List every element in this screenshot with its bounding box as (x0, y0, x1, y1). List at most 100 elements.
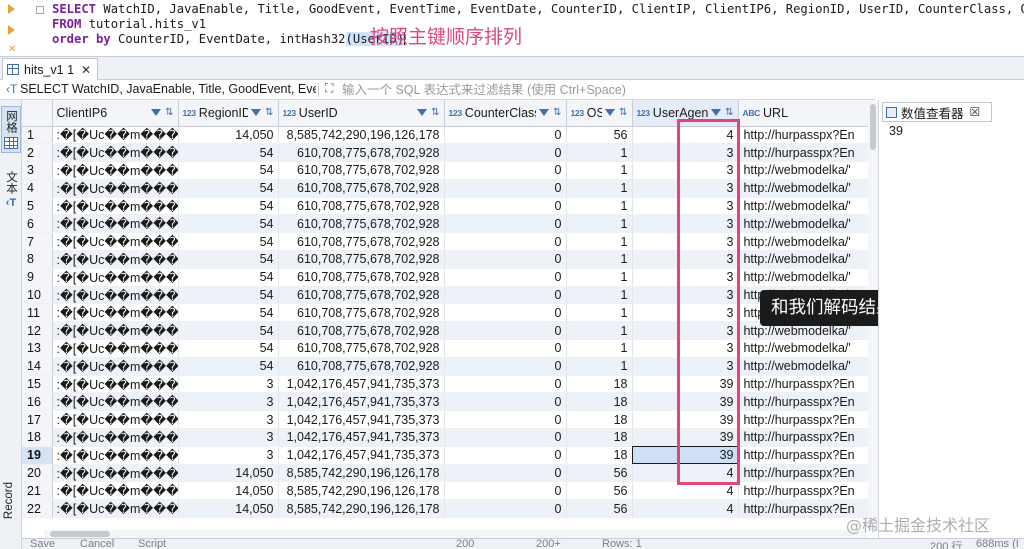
table-row[interactable]: 5:�[�Uc��m��� 54 610,708,775,678,702,928 0 1… (22, 197, 868, 216)
cell-os[interactable]: 1 (566, 232, 633, 252)
cell-url[interactable]: ▯http://webmodelka/' (738, 268, 868, 287)
cell-url[interactable]: ▯http://webmodelka/' (738, 357, 868, 376)
cell-regionid[interactable]: 54 (178, 339, 279, 358)
row-number[interactable]: 10 (22, 286, 53, 305)
cell-regionid[interactable]: 14,050 (178, 481, 279, 501)
row-number[interactable]: 3 (22, 161, 53, 180)
cell-clientip6[interactable]: :�[�Uc��m��� (52, 321, 179, 341)
cell-os[interactable]: 18 (566, 410, 633, 430)
sql-editor[interactable]: ✕ SELECT WatchID, JavaEnable, Title, Goo… (0, 0, 1024, 56)
column-sort-icon[interactable]: ⇅ (619, 107, 627, 118)
cell-os[interactable]: 1 (566, 339, 633, 358)
row-number[interactable]: 12 (22, 321, 53, 341)
tab-results[interactable]: hits_v1 1 ✕ (2, 58, 98, 80)
cell-counterclass[interactable]: 0 (444, 339, 567, 358)
fetch-size[interactable]: 200 (456, 539, 474, 549)
cell-counterclass[interactable]: 0 (444, 197, 567, 216)
cell-userid[interactable]: 610,708,775,678,702,928 (278, 232, 445, 252)
cell-regionid[interactable]: 14,050 (178, 499, 279, 519)
table-row[interactable]: 12:�[�Uc��m��� 54 610,708,775,678,702,928 0… (22, 321, 868, 341)
cell-url[interactable]: ▯http://hurpasspx?En (738, 375, 868, 394)
cell-clientip6[interactable]: :�[�Uc��m��� (52, 179, 179, 198)
cell-os[interactable]: 18 (566, 375, 633, 394)
table-row[interactable]: 2:�[�Uc��m��� 54 610,708,775,678,702,928 0 1… (22, 143, 868, 163)
cell-regionid[interactable]: 54 (178, 179, 279, 198)
column-header-url[interactable]: ABC URL (738, 100, 868, 127)
cell-url[interactable]: ▯http://webmodelka/' (738, 197, 868, 216)
results-grid[interactable]: ClientIP6 ⇅ 123 RegionID ⇅ 123 UserID ⇅ 123 Co… (22, 100, 868, 530)
cell-useragent[interactable]: 39 (632, 446, 739, 465)
column-header-os[interactable]: 123OS ⇅ (566, 100, 633, 127)
row-number[interactable]: 19 (22, 446, 53, 465)
cell-clientip6[interactable]: :�[�Uc��m��� (52, 232, 179, 252)
cell-os[interactable]: 1 (566, 214, 633, 234)
column-sort-icon[interactable]: ⇅ (725, 107, 733, 118)
cell-regionid[interactable]: 14,050 (178, 464, 279, 483)
cell-url[interactable]: ▯http://hurpasspx?En (738, 410, 868, 430)
cell-useragent[interactable]: 3 (632, 232, 739, 252)
cell-regionid[interactable]: 54 (178, 357, 279, 376)
column-sort-icon[interactable]: ⇅ (553, 107, 561, 118)
row-number[interactable]: 9 (22, 268, 53, 287)
cell-os[interactable]: 56 (566, 499, 633, 519)
cell-clientip6[interactable]: :�[�Uc��m��� (52, 286, 179, 305)
column-sort-icon[interactable]: ⇅ (431, 107, 439, 118)
table-row[interactable]: 4:�[�Uc��m��� 54 610,708,775,678,702,928 0 1… (22, 179, 868, 198)
cell-counterclass[interactable]: 0 (444, 499, 567, 519)
cell-useragent[interactable]: 39 (632, 375, 739, 394)
record-mode-toggle[interactable]: Record (3, 482, 15, 519)
cell-counterclass[interactable]: 0 (444, 321, 567, 341)
cell-os[interactable]: 1 (566, 303, 633, 323)
cell-useragent[interactable]: 3 (632, 286, 739, 305)
column-sort-icon[interactable]: ⇅ (265, 107, 273, 118)
cell-userid[interactable]: 1,042,176,457,941,735,373 (278, 410, 445, 430)
cell-useragent[interactable]: 4 (632, 464, 739, 483)
cell-url[interactable]: ▯http://hurpasspx?En (738, 481, 868, 501)
row-number[interactable]: 8 (22, 250, 53, 269)
cell-counterclass[interactable]: 0 (444, 232, 567, 252)
cell-useragent[interactable]: 3 (632, 161, 739, 180)
cell-regionid[interactable]: 54 (178, 321, 279, 341)
column-header-clientip6[interactable]: ClientIP6 ⇅ (52, 100, 179, 127)
cell-useragent[interactable]: 4 (632, 126, 739, 145)
cell-counterclass[interactable]: 0 (444, 446, 567, 465)
cell-useragent[interactable]: 3 (632, 303, 739, 323)
cell-counterclass[interactable]: 0 (444, 179, 567, 198)
column-filter-icon[interactable] (539, 109, 550, 117)
cell-regionid[interactable]: 54 (178, 214, 279, 234)
cell-clientip6[interactable]: :�[�Uc��m��� (52, 143, 179, 163)
cell-userid[interactable]: 1,042,176,457,941,735,373 (278, 392, 445, 412)
cell-clientip6[interactable]: :�[�Uc��m��� (52, 481, 179, 501)
execute-marker-icon[interactable] (8, 4, 15, 14)
filter-input[interactable] (342, 81, 867, 99)
cell-url[interactable]: ▯http://hurpasspx?En (738, 392, 868, 412)
cell-url[interactable]: ▯http://webmodelka/' (738, 179, 868, 198)
save-button[interactable]: Save (30, 539, 55, 549)
cell-counterclass[interactable]: 0 (444, 161, 567, 180)
cell-userid[interactable]: 8,585,742,290,196,126,178 (278, 481, 445, 501)
cell-counterclass[interactable]: 0 (444, 410, 567, 430)
cell-counterclass[interactable]: 0 (444, 375, 567, 394)
table-row[interactable]: 13:�[�Uc��m��� 54 610,708,775,678,702,928 0… (22, 339, 868, 358)
cell-os[interactable]: 1 (566, 357, 633, 376)
cell-useragent[interactable]: 39 (632, 428, 739, 447)
cell-userid[interactable]: 610,708,775,678,702,928 (278, 143, 445, 163)
cell-os[interactable]: 1 (566, 143, 633, 163)
cell-userid[interactable]: 610,708,775,678,702,928 (278, 197, 445, 216)
row-number[interactable]: 17 (22, 410, 53, 430)
cancel-button[interactable]: Cancel (80, 539, 114, 549)
cell-useragent[interactable]: 3 (632, 268, 739, 287)
cell-regionid[interactable]: 14,050 (178, 126, 279, 145)
column-sort-icon[interactable]: ⇅ (165, 107, 173, 118)
cell-os[interactable]: 1 (566, 321, 633, 341)
cell-os[interactable]: 18 (566, 392, 633, 412)
cell-regionid[interactable]: 3 (178, 428, 279, 447)
cell-useragent[interactable]: 3 (632, 179, 739, 198)
cell-regionid[interactable]: 3 (178, 446, 279, 465)
row-number[interactable]: 16 (22, 392, 53, 412)
cell-userid[interactable]: 8,585,742,290,196,126,178 (278, 499, 445, 519)
cell-url[interactable]: ▯http://webmodelka/' (738, 214, 868, 234)
column-filter-icon[interactable] (151, 109, 162, 117)
row-number[interactable]: 11 (22, 303, 53, 323)
scrollbar-thumb[interactable] (50, 531, 110, 537)
